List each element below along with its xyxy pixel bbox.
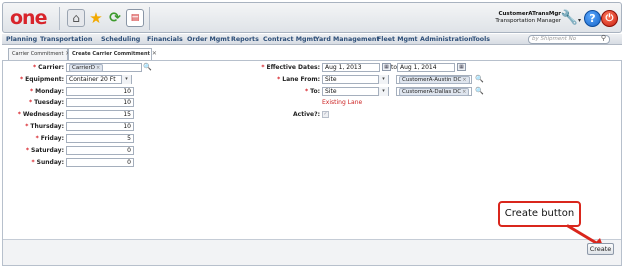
lane-from-label: * Lane From:: [277, 76, 320, 83]
menu-administration[interactable]: Administration: [420, 35, 473, 44]
remove-icon[interactable]: ×: [462, 89, 466, 95]
toolbar-divider: [59, 7, 60, 30]
active-label: Active?:: [293, 111, 320, 118]
menu-tools[interactable]: Tools: [472, 35, 490, 44]
menu-order-mgmt[interactable]: Order Mgmt: [187, 35, 230, 44]
lane-from-type-value: Site: [325, 76, 337, 83]
lane-to-site-field[interactable]: CustomerA-Dallas DC×: [396, 87, 472, 96]
menu-fleet-mgmt[interactable]: Fleet Mgmt: [377, 35, 418, 44]
top-header: one ⌂ ★ ⟳ ▤ CustomerATransMgr Transporta…: [2, 2, 622, 33]
thursday-label: * Thursday:: [25, 123, 64, 130]
wednesday-label: * Wednesday:: [17, 111, 64, 118]
menu-planning[interactable]: Planning: [6, 35, 37, 44]
search-placeholder: by Shipment No: [532, 36, 577, 42]
calendar-icon[interactable]: ▦: [457, 63, 466, 71]
lookup-icon[interactable]: 🔍: [475, 75, 484, 83]
equipment-select[interactable]: Container 20 Ft ▾: [66, 75, 132, 84]
equipment-value: Container 20 Ft: [69, 76, 116, 83]
active-checkbox[interactable]: ✓: [322, 111, 329, 118]
monday-input[interactable]: 10: [66, 87, 134, 96]
menu-financials[interactable]: Financials: [147, 35, 183, 44]
lookup-icon[interactable]: 🔍: [475, 87, 484, 95]
chevron-down-icon[interactable]: ▾: [378, 87, 388, 96]
menu-contract-mgmt[interactable]: Contract Mgmt: [263, 35, 316, 44]
tab-label: Carrier Commitment: [12, 51, 64, 57]
calendar-icon[interactable]: ▦: [382, 63, 391, 71]
close-icon[interactable]: ✕: [152, 49, 157, 59]
app-logo: one: [10, 7, 47, 29]
monday-label: * Monday:: [30, 88, 64, 95]
menu-scheduling[interactable]: Scheduling: [101, 35, 140, 44]
effective-date-to-input[interactable]: Aug 1, 2014: [397, 63, 455, 72]
home-icon[interactable]: ⌂: [67, 9, 85, 27]
carrier-field[interactable]: CarrierD×: [66, 63, 142, 72]
chevron-down-icon[interactable]: ▾: [378, 75, 388, 84]
effective-dates-label: * Effective Dates:: [261, 64, 320, 71]
effective-date-from-input[interactable]: Aug 1, 2013: [322, 63, 380, 72]
user-info: CustomerATransMgr Transportation Manager: [495, 11, 561, 25]
friday-label: * Friday:: [35, 135, 64, 142]
menu-reports[interactable]: Reports: [231, 35, 259, 44]
lane-to-label: * To:: [305, 88, 320, 95]
saturday-input[interactable]: 0: [66, 146, 134, 155]
wednesday-input[interactable]: 15: [66, 110, 134, 119]
user-role: Transportation Manager: [495, 18, 561, 24]
sunday-label: * Sunday:: [31, 159, 64, 166]
carrier-label: * Carrier:: [33, 64, 64, 71]
action-footer: [3, 239, 621, 265]
saturday-label: * Saturday:: [25, 147, 64, 154]
search-icon[interactable]: ⚲: [601, 35, 606, 42]
remove-icon[interactable]: ×: [96, 65, 100, 71]
equipment-label: * Equipment:: [19, 76, 64, 83]
report-icon[interactable]: ▤: [126, 9, 144, 27]
main-menu: Planning Transportation Scheduling Finan…: [2, 34, 622, 45]
friday-input[interactable]: 5: [66, 134, 134, 143]
menu-yard-management[interactable]: Yard Management: [315, 35, 379, 44]
tab-label: Create Carrier Commitment: [72, 51, 150, 57]
lane-from-site-field[interactable]: CustomerA-Austin DC×: [396, 75, 472, 84]
create-button[interactable]: Create: [587, 243, 614, 255]
wrench-icon[interactable]: 🔧▾: [561, 10, 581, 26]
lane-to-token: CustomerA-Dallas DC×: [399, 88, 470, 96]
lane-to-type-select[interactable]: Site ▾: [322, 87, 389, 96]
carrier-token: CarrierD×: [69, 64, 104, 72]
star-icon[interactable]: ★: [87, 9, 105, 27]
menu-transportation[interactable]: Transportation: [40, 35, 92, 44]
lane-from-token: CustomerA-Austin DC×: [399, 76, 470, 84]
chevron-down-icon[interactable]: ▾: [121, 75, 131, 84]
tab-carrier-commitment[interactable]: Carrier Commitment✕: [8, 48, 70, 60]
tuesday-label: * Tuesday:: [29, 99, 64, 106]
remove-icon[interactable]: ×: [462, 77, 466, 83]
refresh-icon[interactable]: ⟳: [106, 9, 124, 27]
sunday-input[interactable]: 0: [66, 158, 134, 167]
toolbar-divider: [149, 7, 150, 30]
lane-from-type-select[interactable]: Site ▾: [322, 75, 389, 84]
existing-lane-message: Existing Lane: [322, 99, 363, 106]
thursday-input[interactable]: 10: [66, 122, 134, 131]
search-input[interactable]: by Shipment No ⚲: [528, 35, 610, 44]
user-name: CustomerATransMgr: [498, 11, 561, 17]
help-icon[interactable]: ?: [584, 10, 601, 27]
lane-to-type-value: Site: [325, 88, 337, 95]
lookup-icon[interactable]: 🔍: [143, 63, 152, 71]
power-icon[interactable]: ⏻: [601, 10, 618, 27]
tuesday-input[interactable]: 10: [66, 98, 134, 107]
